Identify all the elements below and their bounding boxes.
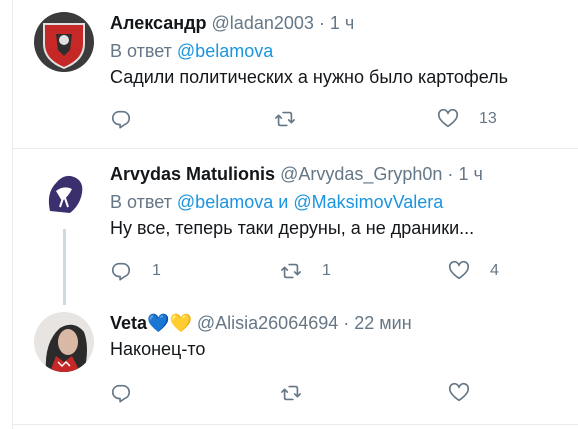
retweet-icon <box>281 385 301 401</box>
tweet-text: Ну все, теперь таки деруны, а не драники… <box>110 218 475 238</box>
heart-icon <box>448 382 470 402</box>
dot-separator: · <box>447 164 454 184</box>
tweet[interactable]: Veta💙💛 @Alisia26064694 · 22 мин Наконец-… <box>13 299 578 417</box>
reply-connector: и <box>278 192 289 212</box>
tweet-actions: 1 1 4 <box>110 259 578 283</box>
reply-icon <box>111 110 131 129</box>
user-handle[interactable]: @Alisia26064694 <box>197 313 338 333</box>
mention-link[interactable]: @belamova <box>177 192 273 212</box>
like-count: 13 <box>479 110 497 127</box>
reply-button[interactable]: 1 <box>110 259 161 283</box>
retweet-button[interactable] <box>280 381 302 405</box>
timestamp[interactable]: 1 ч <box>330 13 354 33</box>
tweet-header: Александр @ladan2003 · 1 ч <box>110 12 578 34</box>
display-name[interactable]: Александр <box>110 13 207 33</box>
mention-link[interactable]: @belamova <box>177 41 273 61</box>
dot-separator: · <box>343 313 350 333</box>
tweet[interactable]: Arvydas Matulionis @Arvydas_Gryph0n · 1 … <box>13 149 578 305</box>
retweet-button[interactable] <box>274 107 296 131</box>
display-name[interactable]: Arvydas Matulionis <box>110 164 275 184</box>
display-name[interactable]: Veta <box>110 313 147 333</box>
divider <box>13 424 578 425</box>
timestamp[interactable]: 1 ч <box>458 164 482 184</box>
tweet[interactable]: Александр @ladan2003 · 1 ч В ответ @bela… <box>13 0 578 148</box>
tweet-actions <box>110 381 578 405</box>
user-handle[interactable]: @ladan2003 <box>212 13 314 33</box>
retweet-icon <box>275 111 295 127</box>
like-button[interactable] <box>448 381 470 405</box>
like-button[interactable]: 4 <box>448 259 499 283</box>
thread-line <box>63 229 66 305</box>
reply-prefix: В ответ <box>110 41 172 61</box>
user-handle[interactable]: @Arvydas_Gryph0n <box>280 164 442 184</box>
like-count: 4 <box>490 262 499 279</box>
tweet-header: Arvydas Matulionis @Arvydas_Gryph0n · 1 … <box>110 163 578 185</box>
tweet-actions: 13 <box>110 107 578 131</box>
heart-icon <box>448 260 470 280</box>
retweet-button[interactable]: 1 <box>280 259 331 283</box>
name-emoji: 💙💛 <box>147 313 192 333</box>
avatar[interactable] <box>34 12 94 72</box>
like-button[interactable]: 13 <box>437 107 497 131</box>
tweet-text: Наконец-то <box>110 339 206 359</box>
tweet-feed: Александр @ladan2003 · 1 ч В ответ @bela… <box>12 0 578 429</box>
timestamp[interactable]: 22 мин <box>354 313 411 333</box>
tweet-text: Садили политических а нужно было картофе… <box>110 67 509 87</box>
retweet-icon <box>281 263 301 279</box>
reply-prefix: В ответ <box>110 192 172 212</box>
reply-context: В ответ @belamova <box>110 40 578 62</box>
heart-icon <box>437 108 459 128</box>
reply-icon <box>111 262 131 281</box>
tweet-header: Veta💙💛 @Alisia26064694 · 22 мин <box>110 312 578 334</box>
retweet-count: 1 <box>322 262 331 279</box>
avatar[interactable] <box>34 312 94 372</box>
reply-count: 1 <box>152 262 161 279</box>
mention-link[interactable]: @MaksimovValera <box>293 192 443 212</box>
reply-button[interactable] <box>110 107 132 131</box>
reply-icon <box>111 384 131 403</box>
reply-context: В ответ @belamova и @MaksimovValera <box>110 191 578 213</box>
dot-separator: · <box>318 13 325 33</box>
reply-button[interactable] <box>110 381 132 405</box>
avatar[interactable] <box>34 163 94 223</box>
